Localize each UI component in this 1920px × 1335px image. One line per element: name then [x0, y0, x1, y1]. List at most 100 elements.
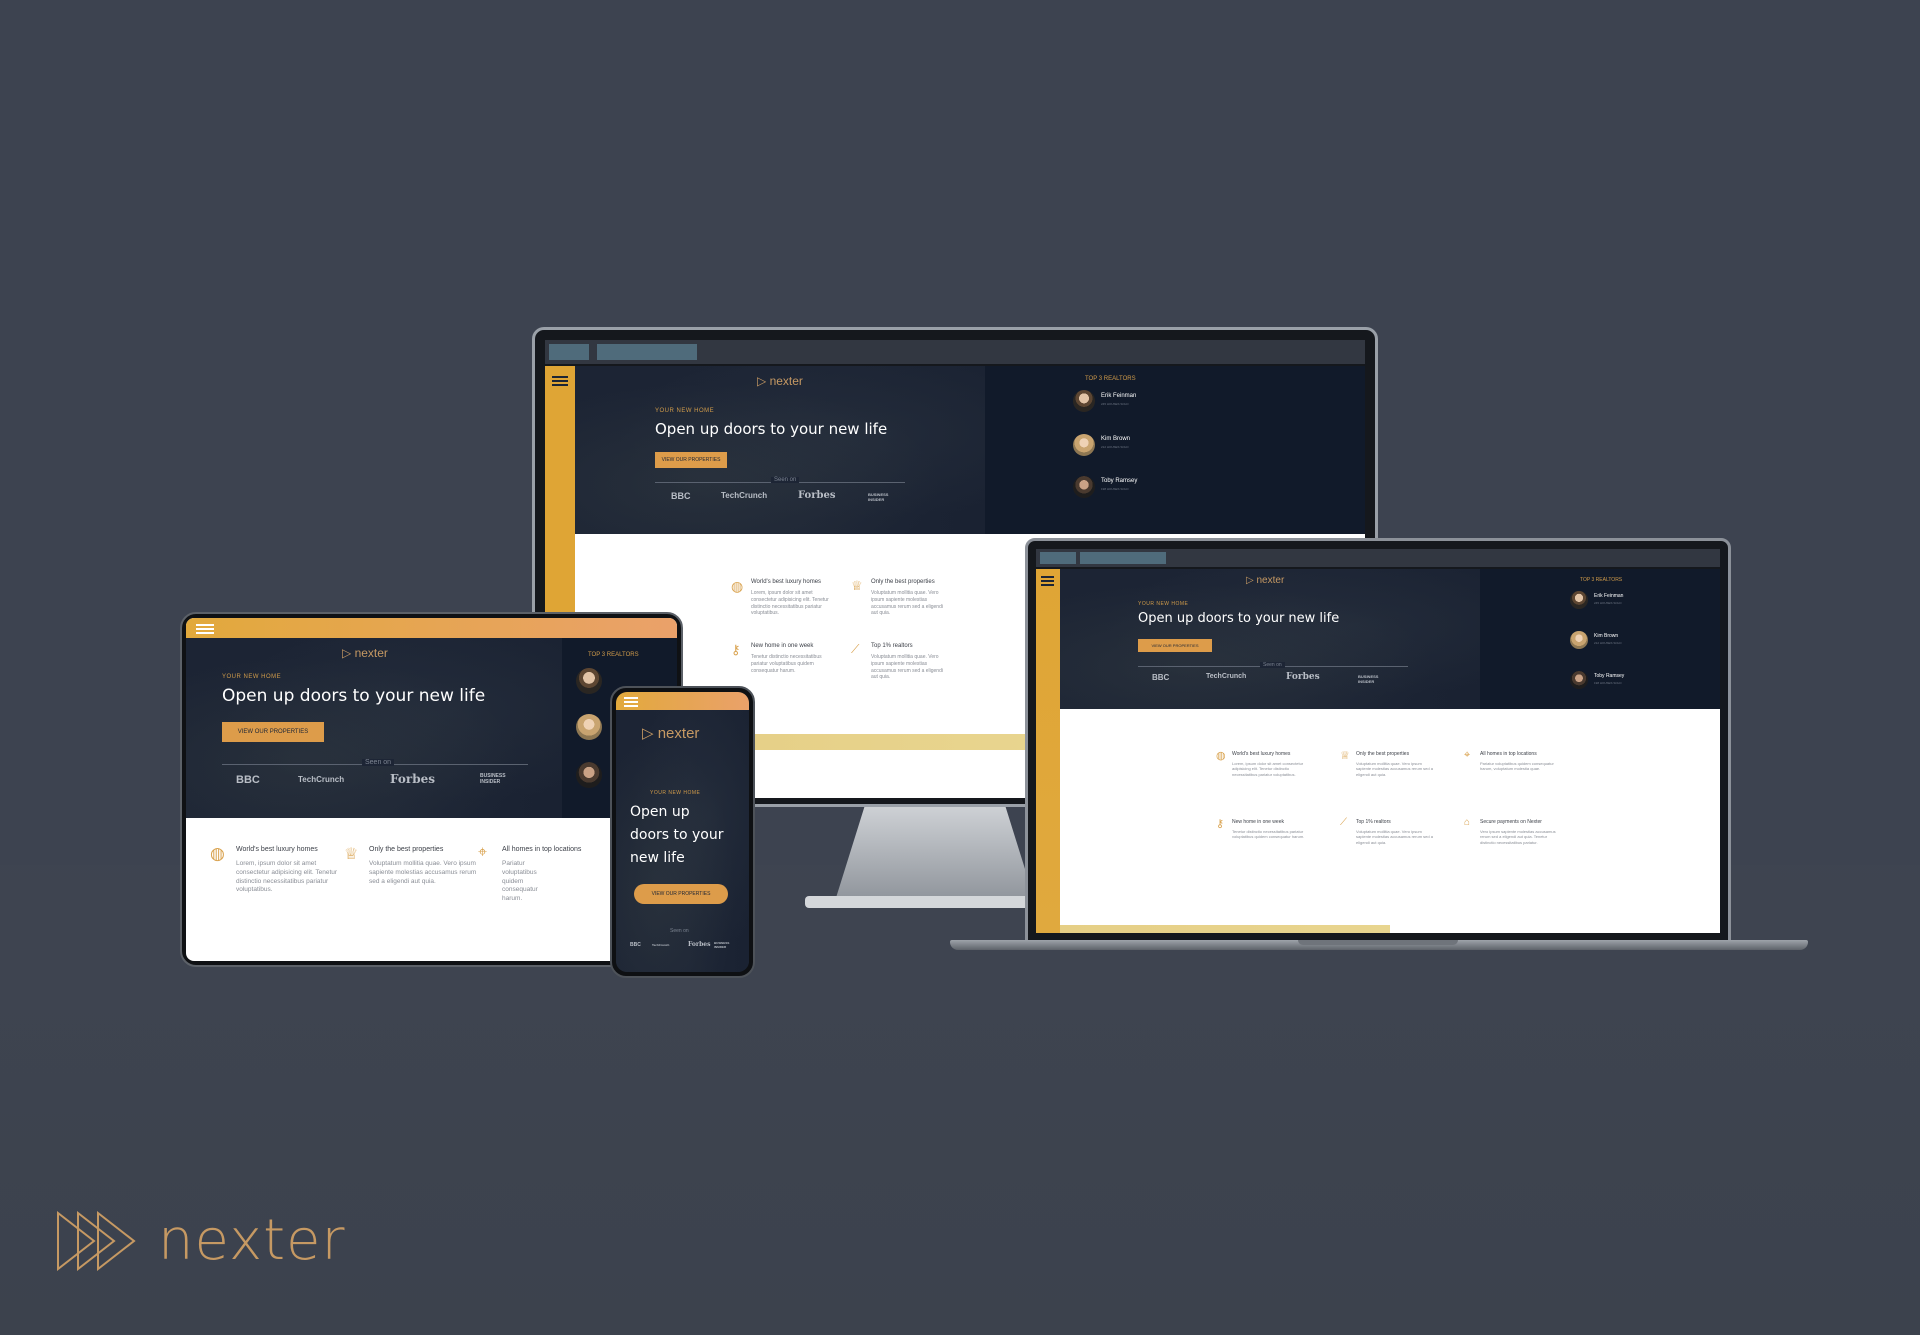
browser-tab[interactable]	[1080, 552, 1166, 564]
laptop-notch	[1298, 940, 1458, 945]
key-icon: ⚷	[731, 642, 741, 657]
realtors-title: TOP 3 REALTORS	[588, 652, 639, 658]
forbes-logo: Forbes	[688, 941, 711, 948]
logo-icon: ▷	[1246, 575, 1254, 586]
globe-icon: ◍	[731, 578, 744, 594]
browser-tab[interactable]	[1040, 552, 1076, 564]
feature-title: Only the best properties	[369, 846, 444, 853]
view-properties-button[interactable]: VIEW OUR PROPERTIES	[222, 722, 324, 742]
tablet: ▷ nexter YOUR NEW HOME Open up doors to …	[180, 612, 683, 967]
map-pin-icon: ⌖	[1464, 749, 1471, 761]
feature-title: Top 1% realtors	[1356, 819, 1391, 825]
menu-icon[interactable]	[196, 624, 214, 636]
feature-text: Tenetur distinctio necessitatibus pariat…	[1232, 829, 1305, 840]
laptop-site: ▷ nexter YOUR NEW HOME Open up doors to …	[1036, 569, 1720, 933]
hero-headline: Open up doors to your new life	[222, 686, 486, 706]
key-icon: ⚷	[1216, 818, 1225, 830]
feature-title: World's best luxury homes	[1232, 751, 1291, 757]
business-insider-logo: BUSINESS INSIDER	[1358, 674, 1379, 684]
header-logo: ▷ nexter	[757, 374, 803, 388]
feature-text: Vero ipsum sapiente molestias accusamus …	[1480, 829, 1556, 845]
forbes-logo: Forbes	[1286, 672, 1320, 682]
chart-icon: ⟋	[1340, 817, 1347, 828]
map-pin-icon: ⌖	[478, 844, 488, 861]
feature-text: Voluptatum mollitia quae. Vero ipsum sap…	[1356, 829, 1433, 845]
realtor-name: Erik Feinman	[1101, 393, 1137, 399]
avatar	[576, 762, 602, 788]
feature-title: All homes in top locations	[502, 846, 582, 853]
trophy-icon: ♕	[851, 578, 863, 593]
realtor-name: Erik Feinman	[1594, 593, 1624, 599]
menu-icon[interactable]	[1041, 576, 1054, 588]
avatar	[1570, 591, 1588, 609]
view-properties-button[interactable]: VIEW OUR PROPERTIES	[655, 452, 727, 468]
business-insider-logo: BUSINESS INSIDER	[868, 492, 889, 502]
header-logo: ▷ nexter	[642, 725, 700, 742]
seen-on-label: Seen on	[670, 928, 689, 934]
bbc-logo: BBC	[236, 774, 260, 786]
laptop: ▷ nexter YOUR NEW HOME Open up doors to …	[1025, 538, 1731, 944]
feature-title: Only the best properties	[1356, 751, 1410, 757]
tablet-site: ▷ nexter YOUR NEW HOME Open up doors to …	[186, 618, 677, 961]
phone: ▷ nexter YOUR NEW HOME Open up doors to …	[610, 686, 755, 978]
phone-site: ▷ nexter YOUR NEW HOME Open up doors to …	[616, 692, 749, 972]
trophy-icon: ♕	[344, 846, 359, 863]
feature-title: Secure payments on Nexter	[1480, 819, 1542, 825]
bbc-logo: BBC	[630, 942, 641, 948]
brand-logo: nexter	[56, 1208, 346, 1273]
forbes-logo: Forbes	[798, 490, 836, 501]
avatar	[576, 668, 602, 694]
logo-icon: ▷	[342, 646, 352, 660]
view-properties-button[interactable]: VIEW OUR PROPERTIES	[1138, 639, 1212, 652]
avatar	[1073, 476, 1095, 498]
browser-bar	[545, 340, 1365, 364]
techcrunch-logo: TechCrunch	[1206, 673, 1247, 680]
feature-text: Tenetur distinctio necessitatibus pariat…	[751, 654, 822, 674]
feature-text: Pariatur voluptatibus quidem consequatur…	[1480, 761, 1554, 772]
menu-icon[interactable]	[624, 697, 638, 709]
feature-title: Only the best properties	[871, 579, 935, 585]
bbc-logo: BBC	[1152, 673, 1170, 682]
hero-headline-line: new life	[630, 850, 685, 866]
hero: ▷ nexter YOUR NEW HOME Open up doors to …	[616, 710, 749, 972]
hero-headline-line: doors to your	[630, 827, 724, 843]
feature-title: New home in one week	[1232, 819, 1284, 825]
header-logo: ▷ nexter	[1246, 575, 1285, 586]
browser-bar	[1036, 549, 1720, 567]
header-logo: ▷ nexter	[342, 646, 388, 660]
hero-headline: Open up doors to your new life	[655, 420, 888, 438]
globe-icon: ◍	[210, 844, 225, 863]
hero: ▷ nexter YOUR NEW HOME Open up doors to …	[1060, 569, 1480, 709]
techcrunch-logo: TechCrunch	[652, 943, 670, 947]
view-properties-button[interactable]: VIEW OUR PROPERTIES	[634, 884, 728, 904]
logo-icon: ▷	[642, 725, 654, 742]
seen-on-label: Seen on	[362, 759, 395, 766]
feature-text: Lorem, ipsum dolor sit amet consectetur …	[751, 590, 829, 617]
browser-tab[interactable]	[597, 344, 697, 360]
logo-icon: ▷	[757, 374, 767, 388]
realtor-sub: 212 HOUSES SOLD	[1101, 445, 1129, 449]
forbes-logo: Forbes	[390, 772, 435, 786]
browser-tab[interactable]	[549, 344, 589, 360]
feature-text: Lorem, ipsum dolor sit amet consectetur …	[236, 860, 338, 894]
feature-title: New home in one week	[751, 643, 814, 649]
hero: ▷ nexter YOUR NEW HOME Open up doors to …	[186, 638, 562, 818]
menu-icon[interactable]	[552, 376, 568, 388]
avatar	[576, 714, 602, 740]
hero-tagline: YOUR NEW HOME	[655, 408, 715, 414]
hero-tagline: YOUR NEW HOME	[1138, 601, 1189, 607]
hero-headline-line: Open up	[630, 804, 690, 820]
realtor-sub: 212 HOUSES SOLD	[1594, 641, 1622, 645]
brand-wordmark: nexter	[158, 1208, 346, 1273]
feature-text: Voluptatum mollitia quae. Vero ipsum sap…	[1356, 761, 1433, 777]
seen-on-label: Seen on	[1260, 662, 1285, 668]
avatar	[1570, 671, 1588, 689]
hero-tagline: YOUR NEW HOME	[650, 790, 701, 796]
business-insider-logo: BUSINESS INSIDER	[714, 941, 730, 949]
hero-headline: Open up doors to your new life	[1138, 611, 1340, 626]
realtors-title: TOP 3 REALTORS	[1580, 577, 1623, 583]
trophy-icon: ♕	[1340, 750, 1350, 762]
feature-title: World's best luxury homes	[751, 579, 822, 585]
feature-text: Lorem, ipsum dolor sit amet consectetur …	[1232, 761, 1304, 777]
logo-icon	[57, 1210, 136, 1271]
